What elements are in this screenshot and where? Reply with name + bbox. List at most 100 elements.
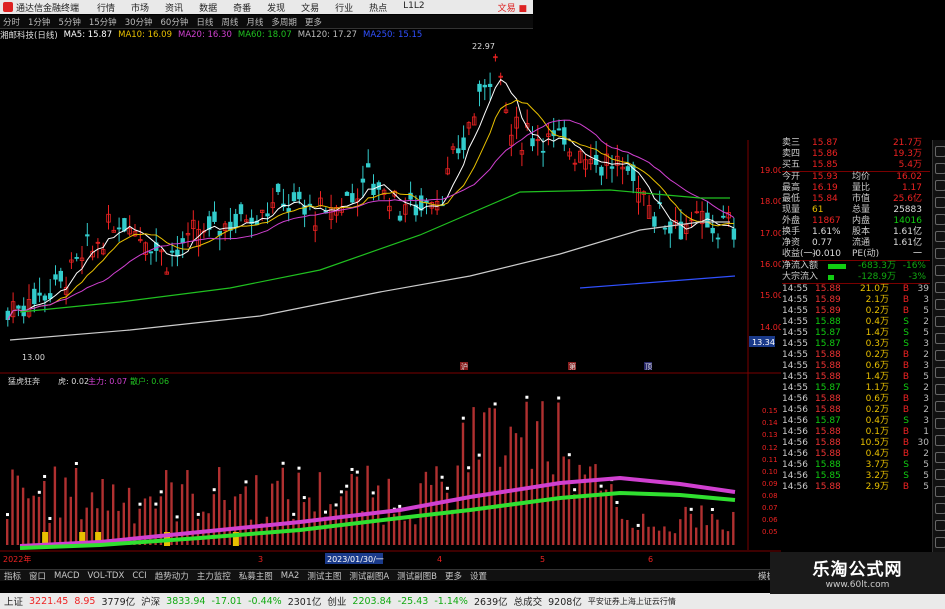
indicator-tab[interactable]: MACD — [54, 571, 79, 581]
indicator-bar — [377, 485, 380, 545]
menu-item[interactable]: 奇番 — [233, 1, 251, 14]
period-tab[interactable]: 日线 — [196, 16, 213, 28]
toolbar-button-icon[interactable] — [935, 486, 945, 497]
tick-count: 39 — [917, 284, 929, 294]
indicator-tab[interactable]: 指标 — [4, 570, 21, 582]
tick-time: 14:55 — [782, 372, 808, 382]
tick-count: 3 — [923, 339, 929, 349]
tick-volume: 2.1万 — [865, 295, 889, 305]
toolbar-button-icon[interactable] — [935, 248, 945, 259]
sh-label[interactable]: 上证 — [4, 594, 23, 608]
period-tab[interactable]: 分时 — [3, 16, 20, 28]
indicator-bar — [626, 519, 629, 545]
toolbar-button-icon[interactable] — [935, 197, 945, 208]
indicator-tab[interactable]: 设置 — [470, 570, 487, 582]
toolbar-button-icon[interactable] — [935, 333, 945, 344]
toolbar-button-icon[interactable] — [935, 231, 945, 242]
svg-text:0.11: 0.11 — [762, 456, 778, 464]
period-tab[interactable]: 15分钟 — [89, 16, 117, 28]
quote-label: 收益(一) — [782, 249, 817, 259]
indicator-tab[interactable]: 私募主图 — [239, 570, 273, 582]
candle-body — [286, 208, 291, 212]
indicator-bar — [297, 472, 300, 545]
indicator-tab[interactable]: CCI — [132, 571, 146, 581]
ma5-value: MA5: 15.87 — [63, 29, 113, 40]
period-tab[interactable]: 更多 — [305, 16, 322, 28]
titlebar-right[interactable]: 文易 ■ — [498, 1, 527, 14]
cy-value: 2203.84 — [352, 595, 392, 607]
toolbar-button-icon[interactable] — [935, 316, 945, 327]
toolbar-button-icon[interactable] — [935, 282, 945, 293]
indicator-dot — [212, 488, 216, 492]
tick-count: 5 — [923, 482, 929, 492]
tick-count: 3 — [923, 416, 929, 426]
toolbar-button-icon[interactable] — [935, 180, 945, 191]
indicator-tab[interactable]: 趋势动力 — [155, 570, 189, 582]
candle-body — [32, 288, 37, 305]
toolbar-button-icon[interactable] — [935, 418, 945, 429]
toolbar-button-icon[interactable] — [935, 537, 945, 548]
menu-item[interactable]: 行业 — [335, 1, 353, 14]
toolbar-button-icon[interactable] — [935, 469, 945, 480]
indicator-tab[interactable]: VOL-TDX — [88, 571, 125, 581]
cy-label[interactable]: 创业 — [327, 594, 346, 608]
indicator-tab[interactable]: 主力监控 — [197, 570, 231, 582]
tick-count: 2 — [923, 350, 929, 360]
indicator-name: 猛虎狂奔 — [8, 376, 40, 386]
tick-row: 14:56 15.88 0.6万 B 3 — [782, 394, 930, 405]
toolbar-button-icon[interactable] — [935, 214, 945, 225]
toolbar-button-icon[interactable] — [935, 163, 945, 174]
menu-item[interactable]: 行情 — [97, 1, 115, 14]
indicator-tab[interactable]: 更多 — [445, 570, 462, 582]
period-tab[interactable]: 周线 — [221, 16, 238, 28]
menu-item[interactable]: 数据 — [199, 1, 217, 14]
toolbar-button-icon[interactable] — [935, 435, 945, 446]
indicator-tab[interactable]: MA2 — [281, 571, 300, 581]
tick-row: 14:56 15.88 2.9万 B 5 — [782, 482, 930, 493]
indicator-axis: 0.15 0.14 0.13 0.12 0.11 0.10 0.09 0.08 … — [762, 407, 778, 536]
period-tab[interactable]: 月线 — [246, 16, 263, 28]
toolbar-button-icon[interactable] — [935, 299, 945, 310]
menu-item[interactable]: 市场 — [131, 1, 149, 14]
period-tab[interactable]: 30分钟 — [125, 16, 153, 28]
toolbar-button-icon[interactable] — [935, 452, 945, 463]
toolbar-button-icon[interactable] — [935, 367, 945, 378]
cy-percent: -1.14% — [434, 595, 468, 607]
tick-row: 14:56 15.87 0.4万 S 3 — [782, 416, 930, 427]
tick-volume: 0.1万 — [865, 427, 889, 437]
toolbar-button-icon[interactable] — [935, 146, 945, 157]
period-tab[interactable]: 多周期 — [271, 16, 297, 28]
indicator-tab[interactable]: 测试主图 — [307, 570, 341, 582]
toolbar-button-icon[interactable] — [935, 520, 945, 531]
toolbar-button-icon[interactable] — [935, 350, 945, 361]
period-tab[interactable]: 60分钟 — [161, 16, 189, 28]
menu-item[interactable]: L1L2 — [403, 1, 424, 14]
hs-amount: 2301亿 — [287, 597, 322, 608]
period-tab[interactable]: 5分钟 — [58, 16, 80, 28]
quote-value: 16.02 — [896, 172, 922, 182]
chart-area[interactable]: 19.00 18.00 17.00 16.00 15.00 14.00 13.3… — [0, 40, 781, 569]
menu-item[interactable]: 资讯 — [165, 1, 183, 14]
hs-label[interactable]: 沪深 — [141, 594, 160, 608]
indicator-tab[interactable]: 测试副图B — [397, 570, 437, 582]
menu-item[interactable]: 热点 — [369, 1, 387, 14]
indicator-tab[interactable]: 窗口 — [29, 570, 46, 582]
toolbar-button-icon[interactable] — [935, 401, 945, 412]
indicator-bar — [631, 527, 634, 545]
indicator-bar — [509, 426, 512, 545]
indicator-bar — [567, 459, 571, 545]
indicator-bar — [583, 474, 587, 545]
tick-row: 14:56 15.88 10.5万 B 30 — [782, 438, 930, 449]
menu-item[interactable]: 发现 — [267, 1, 285, 14]
toolbar-button-icon[interactable] — [935, 265, 945, 276]
indicator-tab[interactable]: 测试副图A — [349, 570, 389, 582]
toolbar-button-icon[interactable] — [935, 384, 945, 395]
tick-price: 15.87 — [815, 339, 841, 349]
tick-count: 1 — [923, 427, 929, 437]
menu-item[interactable]: 文易 — [301, 1, 319, 14]
svg-text:0.06: 0.06 — [762, 516, 778, 524]
period-tab[interactable]: 1分钟 — [28, 16, 50, 28]
tick-list[interactable]: 14:55 15.88 21.0万 B 39 14:55 15.89 2.1万 B 3 14:55 1… — [782, 284, 930, 493]
toolbar-button-icon[interactable] — [935, 503, 945, 514]
price-tick: 14.00 — [760, 323, 781, 332]
